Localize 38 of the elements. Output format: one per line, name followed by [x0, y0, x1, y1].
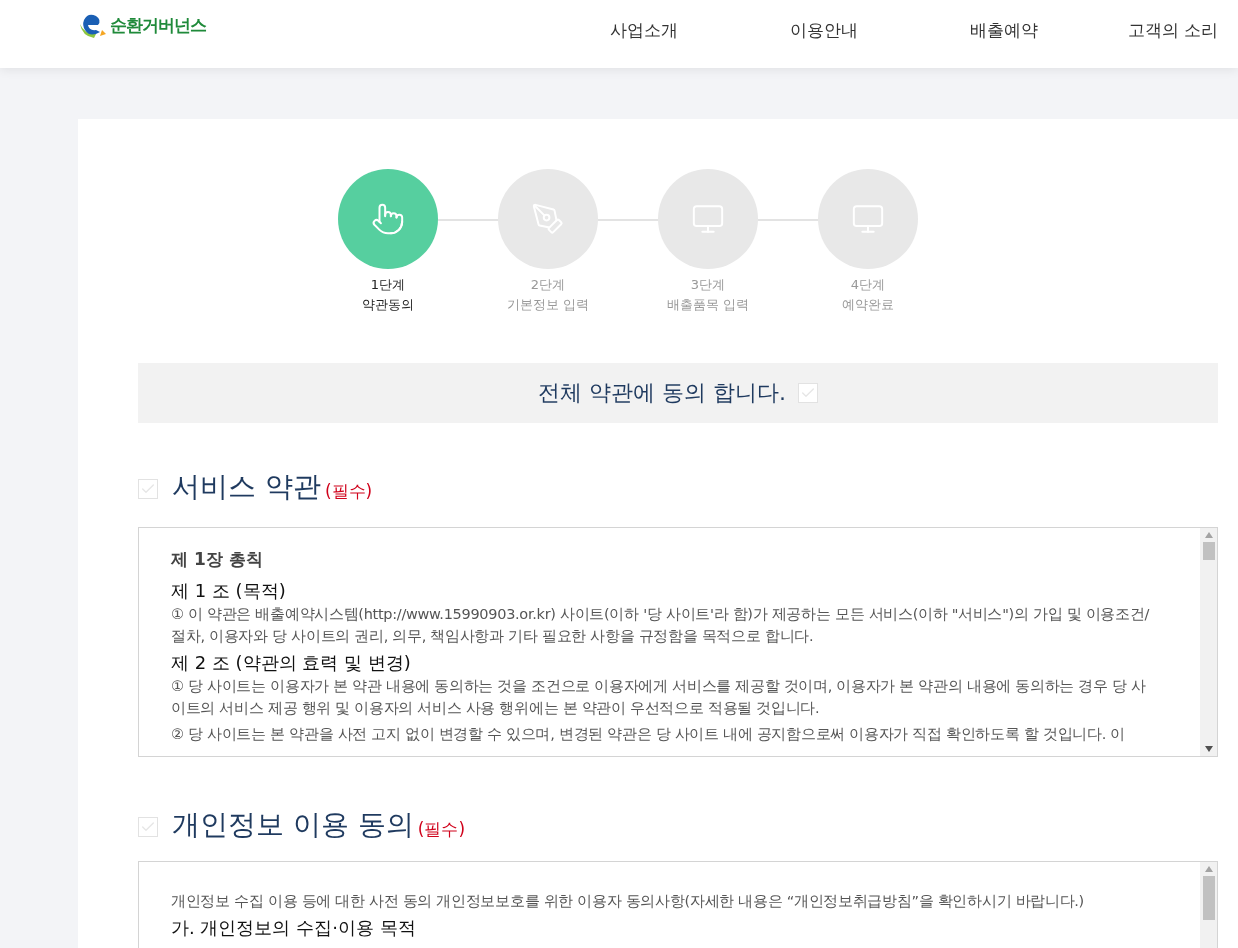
- scrollbar-thumb[interactable]: [1202, 876, 1215, 920]
- terms-paragraph: 개인정보 수집 이용 등에 대한 사전 동의 개인정보보호를 위한 이용자 동의사항(자세한 내용은 “개인정보취급방침”을 확인하시기 바랍니다.): [171, 892, 1085, 911]
- terms-paragraph: ① 당 사이트는 이용자가 본 약관 내용에 동의하는 것을 조건으로 이용자에게 서비스를 제공할 것이며, 이용자가 본 약관의 내용에 동의하는 경우 당 사이트의 서비스 제공 행위 및 이용자의 서비스 사용 행위에는 본 약관이 우선적으로 적용될 것입니다.: [171, 677, 1147, 718]
- step-number: 3단계: [690, 276, 726, 294]
- logo-icon: [78, 12, 108, 38]
- scrollbar-thumb[interactable]: [1202, 542, 1215, 560]
- article-heading: 제 2 조 (약관의 효력 및 변경): [171, 651, 412, 675]
- scroll-up-arrow-icon[interactable]: [1204, 866, 1213, 872]
- scrollbar[interactable]: [1200, 528, 1217, 756]
- nav-link[interactable]: 사업소개: [498, 18, 678, 42]
- nav-link[interactable]: 이용안내: [678, 18, 858, 42]
- section-checkbox[interactable]: [138, 817, 158, 837]
- section-checkbox[interactable]: [138, 479, 158, 499]
- terms-paragraph: ① 이 약관은 배출예약시스템(http://www.15990903.or.kr) 사이트(이하 '당 사이트'라 함)가 제공하는 모든 서비스(이하 "서비스")의 가입 및 이용조건/절차, 이용자와 당 사이트의 권리, 의무, 책임사항과 기타 필요한 사항을 규정함을 목적으로 합니다.: [171, 605, 1151, 646]
- step-label: 기본정보 입력: [506, 296, 590, 314]
- required-label: (필수): [417, 818, 466, 841]
- section-title: 개인정보 이용 동의: [172, 807, 414, 843]
- scrollbar[interactable]: [1200, 862, 1217, 948]
- nav-link[interactable]: 배출예약: [858, 18, 1038, 42]
- article-heading: 제 1 조 (목적): [171, 579, 287, 603]
- pointer-hand-icon: [371, 202, 405, 236]
- agree-all-checkbox[interactable]: [798, 383, 818, 403]
- terms-paragraph: ② 당 사이트는 본 약관을 사전 고지 없이 변경할 수 있으며, 변경된 약관은 당 사이트 내에 공지함으로써 이용자가 직접 확인하도록 할 것입니다. 이: [171, 725, 1127, 744]
- agree-all-label: 전체 약관에 동의 합니다.: [538, 379, 786, 407]
- required-label: (필수): [324, 480, 373, 503]
- step-label: 배출품목 입력: [666, 296, 750, 314]
- step-label: 예약완료: [842, 296, 894, 314]
- chapter-heading: 제 1장 총칙: [171, 548, 264, 571]
- scroll-up-arrow-icon[interactable]: [1204, 532, 1213, 538]
- article-heading: 가. 개인정보의 수집·이용 목적: [171, 916, 417, 940]
- nav-link[interactable]: 고객의 소리: [1038, 18, 1218, 42]
- section-title: 서비스 약관: [172, 469, 321, 505]
- step-number: 2단계: [530, 276, 566, 294]
- step-number: 1단계: [370, 276, 406, 294]
- step-number: 4단계: [850, 276, 886, 294]
- logo-text: 순환거버넌스: [110, 13, 206, 37]
- scroll-down-arrow-icon[interactable]: [1204, 746, 1213, 752]
- step-label: 약관동의: [362, 296, 414, 314]
